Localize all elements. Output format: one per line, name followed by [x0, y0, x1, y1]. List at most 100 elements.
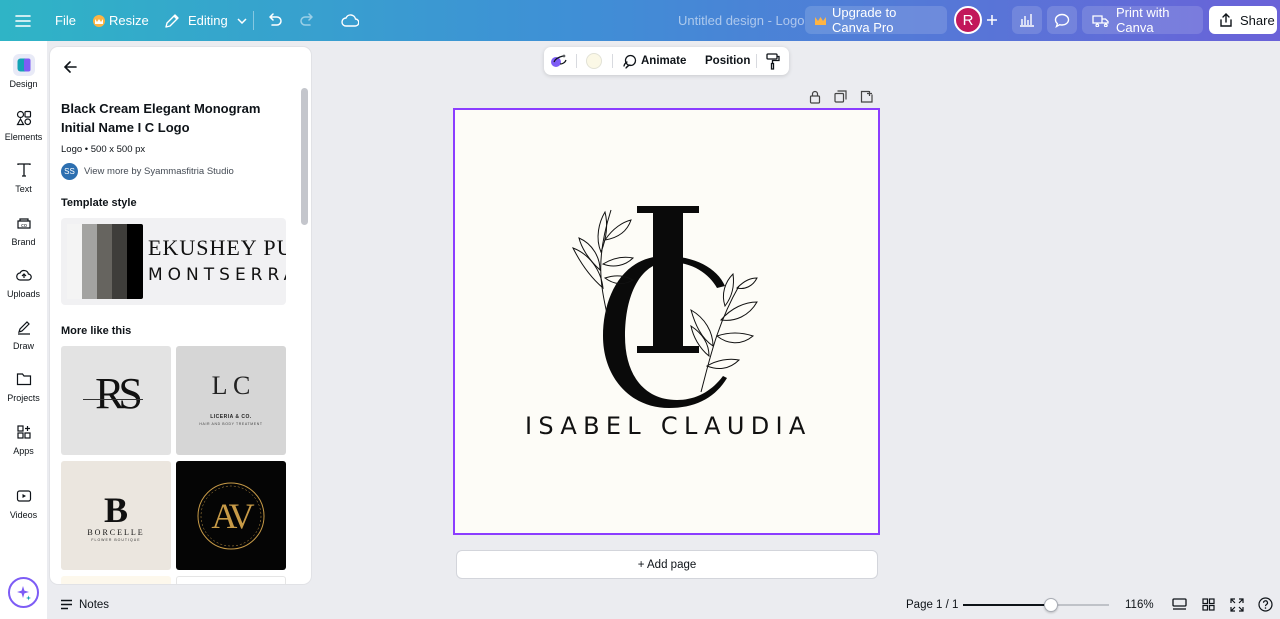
zoom-slider-handle[interactable]: [1043, 598, 1058, 612]
font-preview-primary: EKUSHEY PUN: [148, 235, 286, 260]
template-thumbnail[interactable]: AV: [176, 461, 286, 570]
rail-item-draw[interactable]: Draw: [0, 316, 47, 364]
thumb-monogram: L C: [211, 371, 251, 400]
thumb-subcaption: FLOWER BOUTIQUE: [91, 538, 141, 542]
menu-icon[interactable]: [12, 10, 34, 32]
template-thumbnail[interactable]: RS: [61, 346, 171, 455]
elements-icon: [13, 107, 35, 129]
pages-view-icon[interactable]: [1172, 590, 1187, 619]
copy-style-button[interactable]: [766, 47, 780, 75]
grid-view-icon[interactable]: [1202, 590, 1215, 619]
panel-scrollbar[interactable]: [301, 88, 308, 225]
resize-label: Resize: [109, 13, 149, 28]
insights-button[interactable]: [1012, 6, 1042, 34]
document-title[interactable]: Untitled design - Logo: [678, 0, 804, 41]
template-thumbnail[interactable]: B BORCELLE FLOWER BOUTIQUE: [61, 461, 171, 570]
author-link[interactable]: SS View more by Syammasfitria Studio: [61, 163, 234, 180]
template-thumbnail[interactable]: L C LICERIA & CO. HAIR AND BODY TREATMEN…: [176, 346, 286, 455]
palette-swatch: [127, 224, 143, 299]
upgrade-button[interactable]: Upgrade to Canva Pro: [805, 5, 947, 35]
palette-swatch: [67, 224, 82, 299]
videos-icon: [13, 485, 35, 507]
undo-icon[interactable]: [264, 10, 284, 30]
print-with-canva-button[interactable]: Print with Canva: [1082, 5, 1203, 35]
chevron-down-icon: [237, 17, 247, 24]
share-button[interactable]: Share: [1209, 6, 1277, 34]
color-picker-button[interactable]: [586, 47, 602, 75]
lock-icon[interactable]: [809, 90, 821, 106]
comments-button[interactable]: [1047, 6, 1077, 34]
avatar[interactable]: R: [954, 6, 982, 34]
zoom-level[interactable]: 116%: [1125, 590, 1154, 619]
rail-item-videos[interactable]: Videos: [0, 485, 47, 533]
notes-icon: [60, 599, 73, 610]
rail-item-label: Apps: [13, 446, 34, 456]
paint-roller-icon: [766, 52, 780, 70]
help-icon[interactable]: [1258, 590, 1273, 619]
author-avatar: SS: [61, 163, 78, 180]
share-label: Share: [1240, 12, 1275, 28]
logo-name-text[interactable]: ISABEL CLAUDIA: [525, 412, 812, 440]
rail-item-label: Brand: [11, 237, 36, 247]
add-page-icon[interactable]: [860, 90, 874, 106]
redo-icon[interactable]: [298, 10, 318, 30]
upgrade-label: Upgrade to Canva Pro: [832, 5, 897, 35]
palette-swatch: [112, 224, 127, 299]
author-link-text: View more by Syammasfitria Studio: [84, 166, 234, 177]
template-thumbnail[interactable]: [176, 576, 286, 584]
thumb-rule: [83, 399, 143, 400]
duplicate-page-icon[interactable]: [834, 90, 848, 106]
magic-edit-button[interactable]: [550, 47, 568, 75]
rail-item-projects[interactable]: Projects: [0, 368, 47, 416]
design-icon: [12, 54, 35, 76]
rail-item-label: Design: [9, 79, 38, 89]
fullscreen-icon[interactable]: [1230, 590, 1244, 619]
magic-assistant-button[interactable]: [8, 577, 39, 608]
magic-brush-icon: [550, 53, 568, 69]
rail-item-label: Uploads: [6, 289, 41, 299]
thumb-monogram: AV: [211, 496, 254, 536]
template-type: Logo: [61, 144, 83, 155]
print-label: Print with Canva: [1116, 5, 1170, 35]
add-collaborator-icon[interactable]: [984, 11, 1000, 29]
toolbar-divider: [756, 54, 757, 68]
editing-label: Editing: [188, 13, 228, 28]
element-toolbar: Animate Position: [544, 47, 789, 75]
editing-dropdown[interactable]: Editing: [164, 0, 247, 41]
notes-button[interactable]: Notes: [60, 590, 109, 619]
pencil-icon: [164, 13, 180, 29]
text-icon: [13, 159, 35, 181]
palette-swatch: [82, 224, 97, 299]
rail-item-uploads[interactable]: Uploads: [0, 264, 47, 312]
rail-item-brand[interactable]: co Brand: [0, 212, 47, 260]
rail-item-elements[interactable]: Elements: [0, 107, 47, 155]
uploads-icon: [13, 264, 35, 286]
template-title: Black Cream Elegant Monogram Initial Nam…: [61, 101, 261, 135]
position-button[interactable]: Position: [705, 47, 750, 75]
template-meta: Logo • 500 x 500 px: [61, 144, 145, 155]
rail-item-label: Projects: [7, 393, 40, 403]
projects-icon: [13, 368, 35, 390]
template-thumbnail[interactable]: [61, 576, 171, 584]
cloud-saved-icon[interactable]: [340, 10, 360, 30]
notes-label: Notes: [79, 598, 110, 611]
resize-button[interactable]: Resize: [93, 0, 149, 41]
truck-icon: [1092, 14, 1109, 27]
animate-icon: [622, 54, 637, 69]
monogram-logo-graphic[interactable]: [455, 110, 878, 533]
brand-icon: co: [13, 212, 35, 234]
add-page-button[interactable]: + Add page: [456, 550, 878, 579]
template-style-card[interactable]: EKUSHEY PUN MONTSERRA: [61, 218, 286, 305]
rail-item-text[interactable]: Text: [0, 159, 47, 207]
animate-button[interactable]: Animate: [622, 47, 686, 75]
more-like-this-heading: More like this: [61, 325, 132, 337]
rail-item-label: Draw: [12, 341, 34, 351]
share-icon: [1219, 13, 1233, 27]
rail-item-apps[interactable]: Apps: [0, 421, 47, 469]
page-indicator[interactable]: Page 1 / 1: [906, 590, 958, 619]
back-arrow-icon[interactable]: [62, 59, 78, 75]
rail-item-design[interactable]: Design: [0, 54, 47, 102]
file-menu[interactable]: File: [55, 0, 76, 41]
zoom-slider[interactable]: [963, 604, 1109, 606]
design-canvas[interactable]: ISABEL CLAUDIA: [453, 108, 880, 535]
